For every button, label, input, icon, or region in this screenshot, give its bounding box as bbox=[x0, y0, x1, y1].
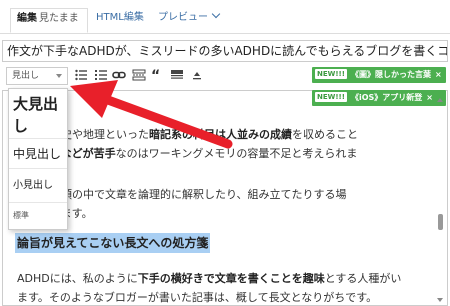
scroll-thumb[interactable] bbox=[438, 214, 443, 230]
close-icon[interactable]: × bbox=[435, 70, 442, 79]
tab-html-label: HTML編集 bbox=[96, 12, 144, 23]
close-icon[interactable]: × bbox=[426, 93, 433, 102]
more-separator-icon[interactable] bbox=[132, 68, 146, 82]
editor-tab-bar: 編集 見たまま HTML編集 プレビュー bbox=[0, 0, 450, 34]
scroll-down-icon[interactable] bbox=[437, 298, 443, 302]
selected-heading: 論旨が見えてこない長文への処方箋 bbox=[15, 233, 211, 253]
promo-banner-2[interactable]: NEW!!! 《iOS》アプリ新登 × bbox=[312, 90, 446, 106]
link-icon[interactable] bbox=[112, 68, 126, 82]
tab-edit[interactable]: 編集 見たまま bbox=[10, 8, 88, 33]
text-run: なのはワーキングメモリの容量不足と考えられま bbox=[115, 147, 358, 160]
paragraph-line: ます。そのようなブロガーが書いた記事は、概して長文となりがちです。 bbox=[17, 288, 437, 305]
text-run: を収めること bbox=[292, 128, 358, 141]
clear-format-icon[interactable] bbox=[190, 68, 204, 82]
paragraph-line: も、暗算などが苦手なのはワーキングメモリの容量不足と考えられま bbox=[17, 144, 437, 163]
svg-text:“: “ bbox=[151, 68, 160, 82]
caret-down-icon bbox=[56, 74, 62, 78]
title-input[interactable]: 作文が下手なADHDが、ミスリードの多いADHDに読んでもらえるブログを書くコツ bbox=[2, 40, 448, 62]
table-icon[interactable] bbox=[170, 68, 184, 82]
promo-banner-1[interactable]: NEW!!! 《圖》隠しかった言葉 × bbox=[312, 67, 446, 83]
new-badge: NEW!!! bbox=[315, 69, 347, 79]
tab-preview[interactable]: プレビュー bbox=[158, 9, 221, 26]
tab-edit-sublabel: 見たまま bbox=[39, 13, 79, 24]
tab-edit-label: 編集 bbox=[17, 13, 37, 24]
bullet-list-icon[interactable] bbox=[74, 68, 88, 82]
banner-text: 《圖》隠しかった言葉 bbox=[350, 70, 431, 79]
menu-item-h2[interactable]: 中見出し bbox=[9, 139, 67, 169]
paragraph-line: 害となります。 bbox=[17, 204, 437, 223]
heading-select[interactable]: 見出し bbox=[6, 67, 68, 85]
text-run: ADHDには、私のように bbox=[17, 272, 138, 285]
paragraph-line: ADHDには、私のように下手の横好きで文章を書くことを趣味とする人種がい bbox=[17, 269, 437, 288]
editor-scrollbar[interactable] bbox=[437, 96, 444, 304]
tab-html-edit[interactable]: HTML編集 bbox=[96, 10, 144, 26]
new-badge: NEW!!! bbox=[315, 92, 347, 102]
menu-item-normal[interactable]: 標準 bbox=[9, 203, 67, 229]
heading-select-value: 見出し bbox=[12, 71, 40, 81]
banner-text: 《iOS》アプリ新登 bbox=[350, 93, 423, 102]
quote-icon[interactable]: “ bbox=[151, 68, 165, 82]
bold-text: 下手の横好きで文章を書くことを趣味 bbox=[137, 272, 325, 285]
bold-text: 暗記系の科目は人並みの成績 bbox=[149, 128, 292, 141]
paragraph-line: 子供が歴史や地理といった暗記系の科目は人並みの成績を収めること bbox=[17, 125, 437, 144]
tab-preview-label: プレビュー bbox=[158, 12, 208, 23]
text-run: とする人種がい bbox=[324, 272, 402, 285]
rich-text-editor[interactable]: 子供が歴史や地理といった暗記系の科目は人並みの成績を収めること も、暗算などが苦… bbox=[2, 90, 448, 306]
text-run: ます。そのようなブロガーが書いた記事は、概して長文となりがちです。 bbox=[17, 291, 378, 304]
numbered-list-icon[interactable] bbox=[94, 68, 108, 82]
menu-item-h1[interactable]: 大見出し bbox=[9, 89, 67, 139]
paragraph-line: 、自分の頭の中で文章を論理的に解釈したり、組み立てたりする場 bbox=[17, 185, 437, 204]
chevron-down-icon bbox=[211, 9, 221, 19]
heading-dropdown-menu: 大見出し 中見出し 小見出し 標準 bbox=[8, 88, 68, 230]
scroll-up-icon[interactable] bbox=[437, 98, 443, 102]
menu-item-h3[interactable]: 小見出し bbox=[9, 169, 67, 203]
